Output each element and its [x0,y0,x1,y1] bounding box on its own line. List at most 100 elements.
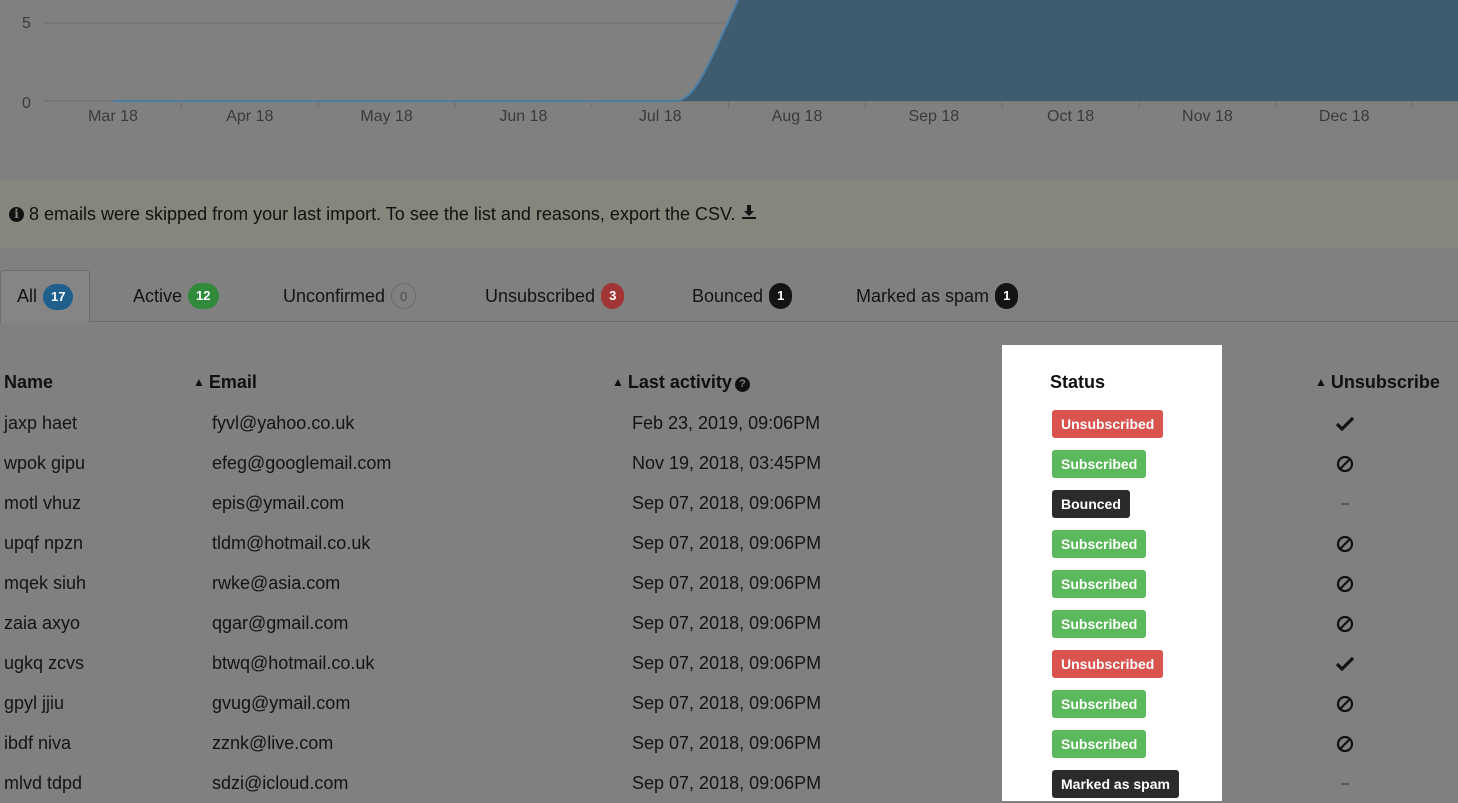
cell-unsubscribe [1335,563,1355,603]
cell-status: Subscribed [1052,563,1147,603]
download-icon[interactable] [741,204,757,225]
tab-count-badge: 1 [769,283,793,309]
table-row[interactable]: motl vhuz epis@ymail.com Sep 07, 2018, 09:… [0,483,1458,523]
sort-icon: ▲︎ [193,375,205,389]
status-badge: Subscribed [1052,730,1147,758]
cell-last-activity: Sep 07, 2018, 09:06PM [632,573,822,593]
tab-unsubscribed[interactable]: Unsubscribed 3 [485,270,625,322]
cell-last-activity: Sep 07, 2018, 09:06PM [632,653,822,673]
tab-active[interactable]: Active 12 [133,270,219,322]
table-row[interactable]: mlvd tdpd sdzi@icloud.com Sep 07, 2018, 09… [0,763,1458,803]
x-tick-label: Oct 18 [1047,108,1094,125]
cell-status: Subscribed [1052,683,1147,723]
cell-last-activity: Feb 23, 2019, 09:06PM [632,413,821,433]
ban-icon[interactable] [1336,613,1354,633]
table-row[interactable]: ibdf niva zznk@live.com Sep 07, 2018, 09:0… [0,723,1458,763]
cell-name: upqf npzn [4,533,84,553]
cell-email[interactable]: zznk@live.com [212,723,333,763]
tab-count-badge: 12 [188,283,219,309]
column-header-email[interactable]: ▲︎ Email [193,372,257,393]
tab-marked-as-spam[interactable]: Marked as spam 1 [856,270,1019,322]
tab-unconfirmed[interactable]: Unconfirmed 0 [283,270,417,322]
status-badge: Unsubscribed [1052,410,1164,438]
column-header-last-activity[interactable]: ▲︎ Last activity? [612,372,750,393]
ban-icon[interactable] [1336,573,1354,593]
x-tick-label: May 18 [360,108,413,125]
tab-all[interactable]: All 17 [0,270,91,323]
sort-icon: ▲︎ [1315,375,1327,389]
dash-icon [1341,493,1349,513]
tab-bounced[interactable]: Bounced 1 [692,270,793,322]
ban-icon[interactable] [1336,693,1354,713]
table-row[interactable]: zaia axyo qgar@gmail.com Sep 07, 2018, 09:… [0,603,1458,643]
cell-email[interactable]: efeg@googlemail.com [212,443,391,483]
cell-email[interactable]: btwq@hotmail.co.uk [212,643,374,683]
tab-label: Marked as spam [856,285,990,306]
info-circle-icon: i [9,206,24,222]
status-badge: Bounced [1052,490,1130,518]
column-header-status[interactable]: Status [1050,372,1105,393]
dash-icon [1341,773,1349,793]
status-tabs: All 17 Active 12 Unconfirmed 0 Unsubscri… [0,270,1458,323]
y-tick-label: 5 [22,15,31,32]
cell-status: Subscribed [1052,523,1147,563]
status-badge: Subscribed [1052,530,1147,558]
column-header-unsubscribe[interactable]: ▲︎ Unsubscribe [1315,372,1440,393]
x-tick-label: Jun 18 [499,108,547,125]
table-row[interactable]: gpyl jjiu gvug@ymail.com Sep 07, 2018, 09:… [0,683,1458,723]
cell-name: mqek siuh [4,573,87,593]
cell-email[interactable]: epis@ymail.com [212,483,344,523]
cell-last-activity: Nov 19, 2018, 03:45PM [632,453,822,473]
table-row[interactable]: upqf npzn tldm@hotmail.co.uk Sep 07, 2018,… [0,523,1458,563]
cell-unsubscribe [1335,603,1355,643]
cell-last-activity: Sep 07, 2018, 09:06PM [632,613,822,633]
cell-status: Subscribed [1052,603,1147,643]
column-header-name[interactable]: Name [4,372,53,393]
x-tick-label: Apr 18 [226,108,273,125]
question-circle-icon[interactable]: ? [734,377,750,392]
chart-svg: 5 0 Mar 18 Apr 18 May 18 Jun 18 Jul 18 Aug 18 Se… [22,0,1458,125]
cell-name: ugkq zcvs [4,653,85,673]
table-row[interactable]: wpok gipu efeg@googlemail.com Nov 19, 2018… [0,443,1458,483]
check-icon[interactable] [1335,653,1355,673]
ban-icon[interactable] [1336,533,1354,553]
cell-name: jaxp haet [4,413,78,433]
ban-icon[interactable] [1336,733,1354,753]
cell-status: Marked as spam [1052,763,1179,803]
cell-email[interactable]: gvug@ymail.com [212,683,350,723]
x-tick-label: Aug 18 [772,108,823,125]
cell-unsubscribe [1335,403,1355,443]
x-tick-label: Dec 18 [1319,108,1370,125]
x-tick-label: Nov 18 [1182,108,1233,125]
tab-count-badge: 17 [43,283,74,310]
cell-unsubscribe [1335,443,1355,483]
check-icon[interactable] [1335,413,1355,433]
tab-count-badge: 3 [601,283,625,309]
series-area [113,0,1458,101]
cell-email[interactable]: tldm@hotmail.co.uk [212,523,370,563]
cell-name: zaia axyo [4,613,81,633]
cell-email[interactable]: qgar@gmail.com [212,603,348,643]
table-row[interactable]: ugkq zcvs btwq@hotmail.co.uk Sep 07, 2018,… [0,643,1458,683]
tab-label: Unsubscribed [485,285,596,306]
table-row[interactable]: mqek siuh rwke@asia.com Sep 07, 2018, 09:0… [0,563,1458,603]
cell-unsubscribe [1335,523,1355,563]
cell-email[interactable]: sdzi@icloud.com [212,763,348,803]
cell-unsubscribe [1335,723,1355,763]
subscribers-chart: 5 0 Mar 18 Apr 18 May 18 Jun 18 Jul 18 Aug 18 Se… [0,0,1458,135]
cell-unsubscribe [1335,643,1355,683]
tab-label: All [17,286,38,306]
status-badge: Subscribed [1052,610,1147,638]
tab-label: Active [133,285,183,306]
table-row[interactable]: jaxp haet fyvl@yahoo.co.uk Feb 23, 2019, 0… [0,403,1458,443]
cell-email[interactable]: fyvl@yahoo.co.uk [212,403,354,443]
y-tick-label: 0 [22,95,31,112]
cell-name: gpyl jjiu [4,693,65,713]
cell-email[interactable]: rwke@asia.com [212,563,340,603]
ban-icon[interactable] [1336,453,1354,473]
status-badge: Marked as spam [1052,770,1179,798]
status-badge: Subscribed [1052,570,1147,598]
status-badge: Subscribed [1052,690,1147,718]
x-tick-label: Sep 18 [908,108,959,125]
cell-unsubscribe [1335,483,1355,523]
